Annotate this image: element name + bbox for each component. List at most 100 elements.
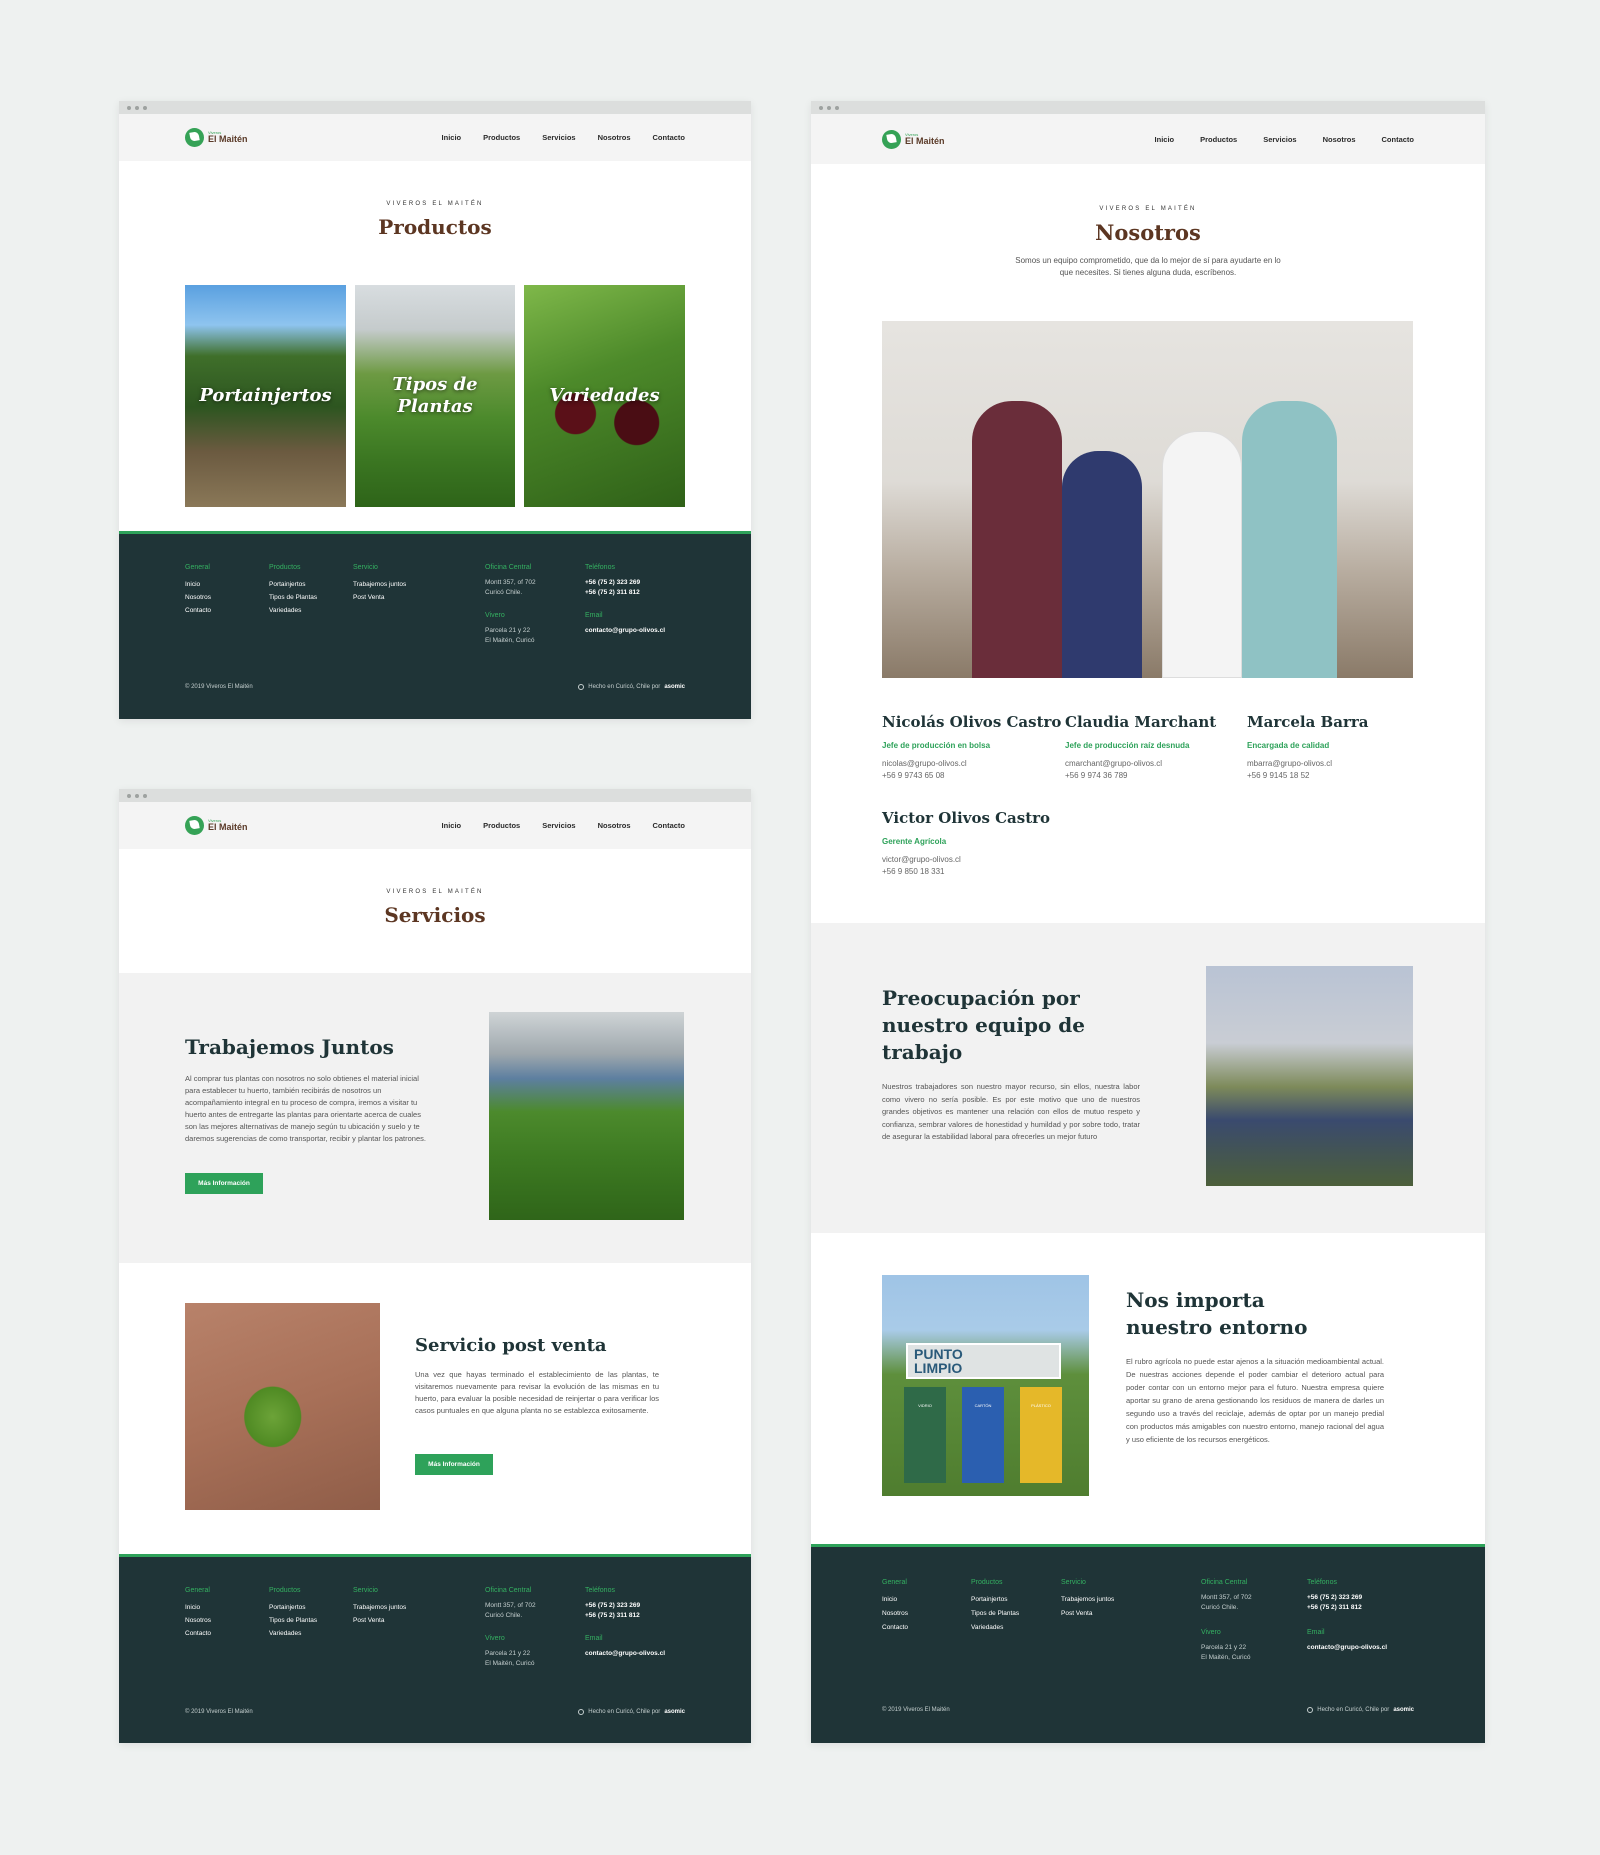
member-phone[interactable]: +56 9 850 18 331 <box>882 866 1062 878</box>
footer-head: Vivero <box>485 1635 505 1642</box>
member-email[interactable]: cmarchant@grupo-olivos.cl <box>1065 758 1245 770</box>
footer-copyright: © 2019 Viveros El Maitén <box>185 1709 253 1715</box>
member-phone[interactable]: +56 9 974 36 789 <box>1065 770 1245 782</box>
bin-label: PLÁSTICO <box>1031 1403 1051 1408</box>
footer-email[interactable]: contacto@grupo-olivos.cl <box>1307 1643 1387 1653</box>
footer-link[interactable]: Inicio <box>882 1593 908 1607</box>
footer-head: General <box>185 564 210 571</box>
nav-nosotros[interactable]: Nosotros <box>598 133 631 142</box>
product-card-portainjertos[interactable]: Portainjertos <box>185 285 346 507</box>
member-phone[interactable]: +56 9 9145 18 52 <box>1247 770 1413 782</box>
member-contact: mbarra@grupo-olivos.cl +56 9 9145 18 52 <box>1247 758 1413 782</box>
nav-nosotros[interactable]: Nosotros <box>598 821 631 830</box>
footer-email[interactable]: contacto@grupo-olivos.cl <box>585 626 665 636</box>
window-dot[interactable] <box>127 793 131 798</box>
nav-productos[interactable]: Productos <box>483 133 520 142</box>
window-dot[interactable] <box>819 105 823 110</box>
footer-link[interactable]: Post Venta <box>353 591 406 604</box>
footer-link[interactable]: Portainjertos <box>269 578 317 591</box>
section-text: Al comprar tus plantas con nosotros no s… <box>185 1074 426 1143</box>
footer-link[interactable]: Tipos de Plantas <box>269 1614 317 1627</box>
footer-link[interactable]: Contacto <box>882 1621 908 1635</box>
nav-inicio[interactable]: Inicio <box>1155 135 1175 144</box>
footer-link[interactable]: Post Venta <box>1061 1607 1114 1621</box>
window-dot[interactable] <box>827 105 831 110</box>
footer-link[interactable]: Contacto <box>185 604 211 617</box>
footer-col-general: General Inicio Nosotros Contacto <box>185 564 211 617</box>
nav-inicio[interactable]: Inicio <box>442 133 462 142</box>
footer-link[interactable]: Tipos de Plantas <box>971 1607 1019 1621</box>
footer-link[interactable]: Trabajemos juntos <box>1061 1593 1114 1607</box>
nav-contacto[interactable]: Contacto <box>1382 135 1415 144</box>
footer-link[interactable]: Portainjertos <box>971 1593 1019 1607</box>
section-title: Nos importa nuestro entorno <box>1126 1288 1308 1339</box>
footer-link[interactable]: Contacto <box>185 1627 211 1640</box>
mas-informacion-button[interactable]: Más Información <box>415 1454 493 1475</box>
window-dot[interactable] <box>127 105 131 110</box>
footer-link[interactable]: Nosotros <box>185 1614 211 1627</box>
footer-text: Parcela 21 y 22 <box>485 627 531 634</box>
footer-phone[interactable]: +56 (75 2) 323 269 <box>585 578 665 588</box>
person-shape <box>972 401 1062 678</box>
footer-phone[interactable]: +56 (75 2) 311 812 <box>585 588 665 598</box>
nav-servicios[interactable]: Servicios <box>542 821 575 830</box>
brand-logo[interactable]: Viveros El Maitén <box>882 129 945 149</box>
window-dot[interactable] <box>135 793 139 798</box>
site-header: Viveros El Maitén Inicio Productos Servic… <box>119 802 751 849</box>
window-dot[interactable] <box>135 105 139 110</box>
brand-logo[interactable]: Viveros El Maitén <box>185 816 248 835</box>
footer-head: Servicio <box>353 1587 378 1594</box>
footer-link[interactable]: Post Venta <box>353 1614 406 1627</box>
footer-phone[interactable]: +56 (75 2) 323 269 <box>1307 1593 1387 1603</box>
footer-made-link[interactable]: asomic <box>664 684 685 690</box>
member-email[interactable]: mbarra@grupo-olivos.cl <box>1247 758 1413 770</box>
footer-link[interactable]: Nosotros <box>882 1607 908 1621</box>
footer-phone[interactable]: +56 (75 2) 311 812 <box>1307 1603 1387 1613</box>
nav-productos[interactable]: Productos <box>483 821 520 830</box>
footer-text: Curicó Chile. <box>485 589 523 596</box>
footer-made-text: Hecho en Curicó, Chile por <box>1317 1707 1390 1713</box>
section-title: Preocupación por nuestro equipo de traba… <box>882 986 1085 1064</box>
member-email[interactable]: nicolas@grupo-olivos.cl <box>882 758 1062 770</box>
footer-col-productos: Productos Portainjertos Tipos de Plantas… <box>971 1579 1019 1635</box>
footer-made-link[interactable]: asomic <box>664 1709 685 1715</box>
mas-informacion-button[interactable]: Más Información <box>185 1173 263 1194</box>
window-dot[interactable] <box>143 105 147 110</box>
member-email[interactable]: victor@grupo-olivos.cl <box>882 854 1062 866</box>
nav-contacto[interactable]: Contacto <box>653 821 686 830</box>
footer-link[interactable]: Inicio <box>185 578 211 591</box>
brand-logo[interactable]: Viveros El Maitén <box>185 128 248 147</box>
footer-link[interactable]: Trabajemos juntos <box>353 1601 406 1614</box>
section-text: Una vez que hayas terminado el estableci… <box>415 1370 659 1415</box>
footer-head: Email <box>585 1635 603 1642</box>
footer-link[interactable]: Variedades <box>269 1627 317 1640</box>
window-dot[interactable] <box>143 793 147 798</box>
footer-link[interactable]: Tipos de Plantas <box>269 591 317 604</box>
footer-link[interactable]: Variedades <box>971 1621 1019 1635</box>
footer-phone[interactable]: +56 (75 2) 323 269 <box>585 1601 665 1611</box>
footer-text: Curicó Chile. <box>1201 1604 1239 1611</box>
footer-made-link[interactable]: asomic <box>1393 1707 1414 1713</box>
footer-col-general: General Inicio Nosotros Contacto <box>185 1587 211 1640</box>
site-footer: General Inicio Nosotros Contacto Product… <box>119 1554 751 1743</box>
footer-head: Servicio <box>1061 1579 1086 1586</box>
nav-servicios[interactable]: Servicios <box>1263 135 1296 144</box>
footer-link[interactable]: Portainjertos <box>269 1601 317 1614</box>
nav-productos[interactable]: Productos <box>1200 135 1237 144</box>
product-card-variedades[interactable]: Variedades <box>524 285 685 507</box>
footer-col-address: Oficina Central Montt 357, of 702 Curicó… <box>485 564 536 646</box>
footer-email[interactable]: contacto@grupo-olivos.cl <box>585 1649 665 1659</box>
nav-nosotros[interactable]: Nosotros <box>1323 135 1356 144</box>
product-card-tipos[interactable]: Tipos de Plantas <box>355 285 515 507</box>
bin-label: VIDRIO <box>918 1403 932 1408</box>
footer-phone[interactable]: +56 (75 2) 311 812 <box>585 1611 665 1621</box>
nav-contacto[interactable]: Contacto <box>653 133 686 142</box>
footer-link[interactable]: Trabajemos juntos <box>353 578 406 591</box>
window-dot[interactable] <box>835 105 839 110</box>
member-phone[interactable]: +56 9 9743 65 08 <box>882 770 1062 782</box>
nav-inicio[interactable]: Inicio <box>442 821 462 830</box>
footer-link[interactable]: Variedades <box>269 604 317 617</box>
footer-link[interactable]: Nosotros <box>185 591 211 604</box>
nav-servicios[interactable]: Servicios <box>542 133 575 142</box>
footer-link[interactable]: Inicio <box>185 1601 211 1614</box>
